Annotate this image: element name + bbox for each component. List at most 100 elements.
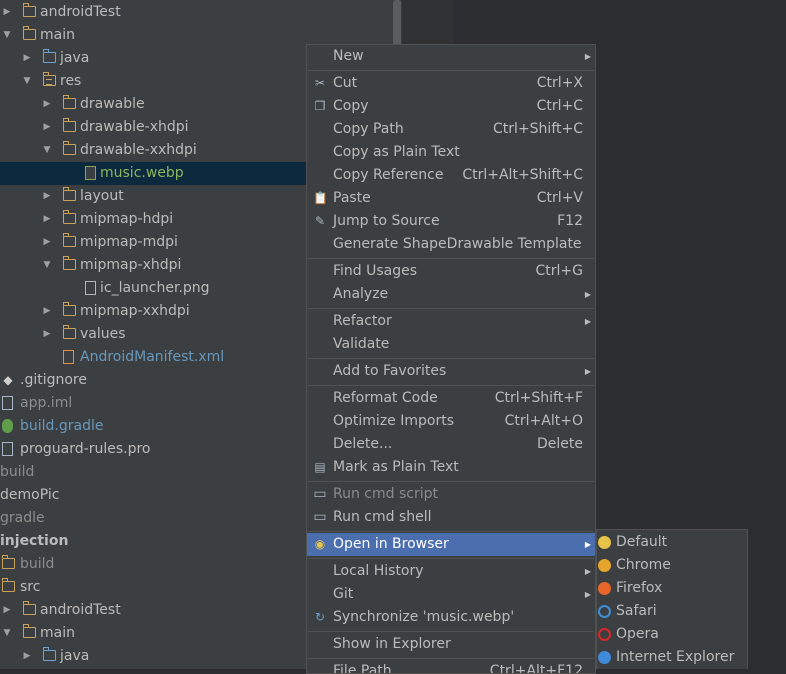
browser-item-label: Default [616, 534, 668, 550]
menu-item-new[interactable]: New ▶ [307, 45, 595, 68]
expand-arrow-icon[interactable]: ▶ [42, 93, 52, 116]
browser-item-chrome[interactable]: Chrome [597, 554, 747, 577]
collapse-arrow-icon[interactable]: ▼ [2, 622, 12, 645]
menu-item-label: File Path [333, 663, 392, 674]
collapse-arrow-icon[interactable]: ▼ [2, 24, 12, 47]
folder-icon [62, 118, 76, 132]
expand-arrow-icon[interactable]: ▶ [42, 231, 52, 254]
menu-item-reformat-code[interactable]: Reformat Code Ctrl+Shift+F [307, 387, 595, 410]
expand-arrow-icon[interactable]: ▶ [42, 323, 52, 346]
tree-item-label: drawable-xxhdpi [80, 142, 197, 158]
menu-item-jump-to-source[interactable]: ✎ Jump to Source F12 [307, 210, 595, 233]
firefox-icon [598, 582, 611, 595]
tree-row[interactable]: music.webp [0, 162, 308, 185]
browser-item-label: Internet Explorer [616, 649, 735, 665]
folder-icon [22, 26, 36, 40]
menu-item-label: Local History [333, 563, 424, 579]
tree-item-label: main [40, 27, 75, 43]
menu-separator [308, 658, 594, 659]
menu-item-label: Reformat Code [333, 390, 438, 406]
menu-item-add-to-favorites[interactable]: Add to Favorites ▶ [307, 360, 595, 383]
tree-item-label: mipmap-mdpi [80, 234, 178, 250]
menu-item-label: Mark as Plain Text [333, 459, 459, 475]
expand-arrow-icon[interactable]: ▶ [22, 47, 32, 70]
menu-item-label: Add to Favorites [333, 363, 447, 379]
browser-item-opera[interactable]: Opera [597, 623, 747, 646]
text-file-icon [2, 442, 13, 456]
menu-item-generate-shapedrawable-template[interactable]: Generate ShapeDrawable Template [307, 233, 595, 256]
folder-icon [22, 624, 36, 638]
collapse-arrow-icon[interactable]: ▼ [42, 139, 52, 162]
menu-item-copy-path[interactable]: Copy Path Ctrl+Shift+C [307, 118, 595, 141]
edit-icon: ✎ [314, 214, 326, 228]
menu-item-label: Optimize Imports [333, 413, 454, 429]
folder-icon [1, 555, 15, 569]
source-folder-icon [42, 49, 56, 63]
menu-item-show-in-explorer[interactable]: Show in Explorer [307, 633, 595, 656]
menu-item-label: New [333, 48, 364, 64]
scrollbar-thumb[interactable] [393, 0, 401, 48]
menu-item-shortcut: Ctrl+G [535, 263, 584, 279]
menu-item-shortcut: Ctrl+V [536, 190, 583, 206]
collapse-arrow-icon[interactable]: ▼ [22, 70, 32, 93]
menu-item-find-usages[interactable]: Find Usages Ctrl+G [307, 260, 595, 283]
menu-item-run-cmd-script[interactable]: ▭ Run cmd script [307, 483, 595, 506]
expand-arrow-icon[interactable]: ▶ [42, 208, 52, 231]
tree-item-label: androidTest [40, 602, 121, 618]
browser-item-firefox[interactable]: Firefox [597, 577, 747, 600]
menu-item-validate[interactable]: Validate [307, 333, 595, 356]
expand-arrow-icon[interactable]: ▶ [22, 645, 32, 668]
menu-item-copy-as-plain-text[interactable]: Copy as Plain Text [307, 141, 595, 164]
menu-item-optimize-imports[interactable]: Optimize Imports Ctrl+Alt+O [307, 410, 595, 433]
tree-item-label: .gitignore [20, 372, 87, 388]
collapse-arrow-icon[interactable]: ▼ [42, 254, 52, 277]
expand-arrow-icon[interactable]: ▶ [2, 1, 12, 24]
menu-item-label: Copy Reference [333, 167, 444, 183]
menu-item-synchronize-music-webp[interactable]: ↻ Synchronize 'music.webp' [307, 606, 595, 629]
folder-icon [62, 302, 76, 316]
menu-item-label: Open in Browser [333, 536, 449, 552]
default-browser-icon [598, 536, 611, 549]
folder-icon [1, 578, 15, 592]
image-file-icon [85, 281, 96, 295]
menu-item-git[interactable]: Git ▶ [307, 583, 595, 606]
menu-item-cut[interactable]: ✂ Cut Ctrl+X [307, 72, 595, 95]
menu-item-label: Git [333, 586, 354, 602]
tree-item-label: app.iml [20, 395, 73, 411]
expand-arrow-icon[interactable]: ▶ [42, 185, 52, 208]
menu-item-run-cmd-shell[interactable]: ▭ Run cmd shell [307, 506, 595, 529]
browser-item-default[interactable]: Default [597, 531, 747, 554]
context-menu: New ▶ ✂ Cut Ctrl+X ❐ Copy Ctrl+C Copy Path Ctrl+S… [306, 44, 596, 674]
internet-explorer-icon [598, 651, 611, 664]
menu-item-refactor[interactable]: Refactor ▶ [307, 310, 595, 333]
submenu-arrow-icon: ▶ [584, 367, 591, 376]
tree-item-label: build.gradle [20, 418, 104, 434]
menu-item-file-path[interactable]: File Path Ctrl+Alt+F12 [307, 660, 595, 674]
menu-item-open-in-browser[interactable]: ◉ Open in Browser ▶ [307, 533, 595, 556]
browser-item-internet-explorer[interactable]: Internet Explorer [597, 646, 747, 669]
tree-row[interactable]: ▶ androidTest [0, 1, 392, 24]
browser-item-safari[interactable]: Safari [597, 600, 747, 623]
expand-arrow-icon[interactable]: ▶ [42, 300, 52, 323]
menu-item-delete[interactable]: Delete... Delete [307, 433, 595, 456]
iml-file-icon [2, 396, 13, 410]
menu-item-analyze[interactable]: Analyze ▶ [307, 283, 595, 306]
tree-item-label: androidTest [40, 4, 121, 20]
menu-item-local-history[interactable]: Local History ▶ [307, 560, 595, 583]
menu-item-label: Find Usages [333, 263, 418, 279]
menu-item-mark-as-plain-text[interactable]: ▤ Mark as Plain Text [307, 456, 595, 479]
menu-item-paste[interactable]: 📋 Paste Ctrl+V [307, 187, 595, 210]
tree-item-label: src [20, 579, 41, 595]
submenu-arrow-icon: ▶ [584, 52, 591, 61]
menu-item-shortcut: Ctrl+Shift+F [494, 390, 583, 406]
menu-item-label: Refactor [333, 313, 392, 329]
menu-item-copy-reference[interactable]: Copy Reference Ctrl+Alt+Shift+C [307, 164, 595, 187]
menu-item-label: Run cmd shell [333, 509, 432, 525]
submenu-arrow-icon: ▶ [584, 317, 591, 326]
expand-arrow-icon[interactable]: ▶ [2, 599, 12, 622]
menu-item-copy[interactable]: ❐ Copy Ctrl+C [307, 95, 595, 118]
expand-arrow-icon[interactable]: ▶ [42, 116, 52, 139]
text-file-icon: ▤ [314, 460, 326, 474]
browser-item-label: Opera [616, 626, 659, 642]
menu-item-label: Copy [333, 98, 369, 114]
